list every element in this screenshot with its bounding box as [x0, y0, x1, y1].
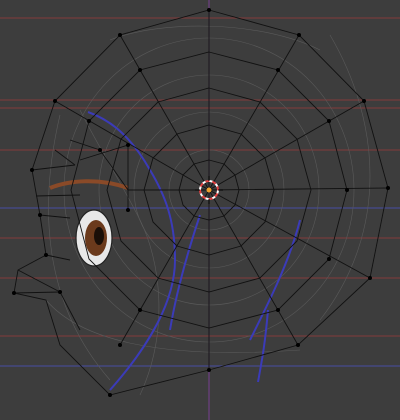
mesh-edge [54, 100, 210, 191]
vertex [118, 33, 122, 37]
vertex [12, 291, 16, 295]
mesh-edge [31, 164, 76, 171]
vertex [345, 188, 349, 192]
vertex [327, 119, 331, 123]
eyebrow [49, 179, 129, 190]
head-outline [13, 9, 389, 396]
vertex [362, 99, 366, 103]
vertex [276, 308, 280, 312]
vertex [126, 208, 130, 212]
mesh-edge [208, 34, 300, 191]
vertex [296, 343, 300, 347]
vertex [53, 99, 57, 103]
vertex [138, 68, 142, 72]
vertex [126, 143, 130, 147]
mesh-edge [45, 254, 71, 261]
mesh-edge [35, 194, 81, 197]
vertex [207, 368, 211, 372]
vertices [12, 8, 390, 397]
vertex [368, 276, 372, 280]
3d-viewport[interactable] [0, 0, 400, 420]
reference-grid [0, 0, 400, 420]
mesh-edge [59, 291, 81, 331]
mesh-edge [119, 189, 210, 346]
vertex [98, 148, 102, 152]
mesh-edge [17, 269, 61, 293]
vertex [38, 213, 42, 217]
mesh-edge [79, 144, 129, 161]
mesh-edge [208, 100, 365, 191]
cursor-center [206, 187, 212, 193]
vertex [118, 343, 122, 347]
mesh-edge [54, 149, 76, 166]
vertex [58, 290, 62, 294]
vertex [207, 8, 211, 12]
vertex [44, 253, 48, 257]
vertex [327, 257, 331, 261]
mesh-edge [13, 291, 61, 294]
3d-cursor-icon[interactable] [195, 176, 223, 204]
mesh-edge [208, 189, 371, 279]
eye [75, 209, 113, 267]
mesh-edge [69, 139, 101, 151]
mesh-edge [119, 34, 210, 191]
vertex [138, 308, 142, 312]
vertex [297, 33, 301, 37]
vertex [87, 119, 91, 123]
eye-pupil [94, 227, 104, 245]
vertex [30, 168, 34, 172]
vertex [386, 186, 390, 190]
vertex [108, 393, 112, 397]
mesh-edge [208, 187, 389, 191]
mesh-edge [39, 214, 71, 219]
vertex [276, 68, 280, 72]
viewport-canvas[interactable] [0, 0, 400, 420]
